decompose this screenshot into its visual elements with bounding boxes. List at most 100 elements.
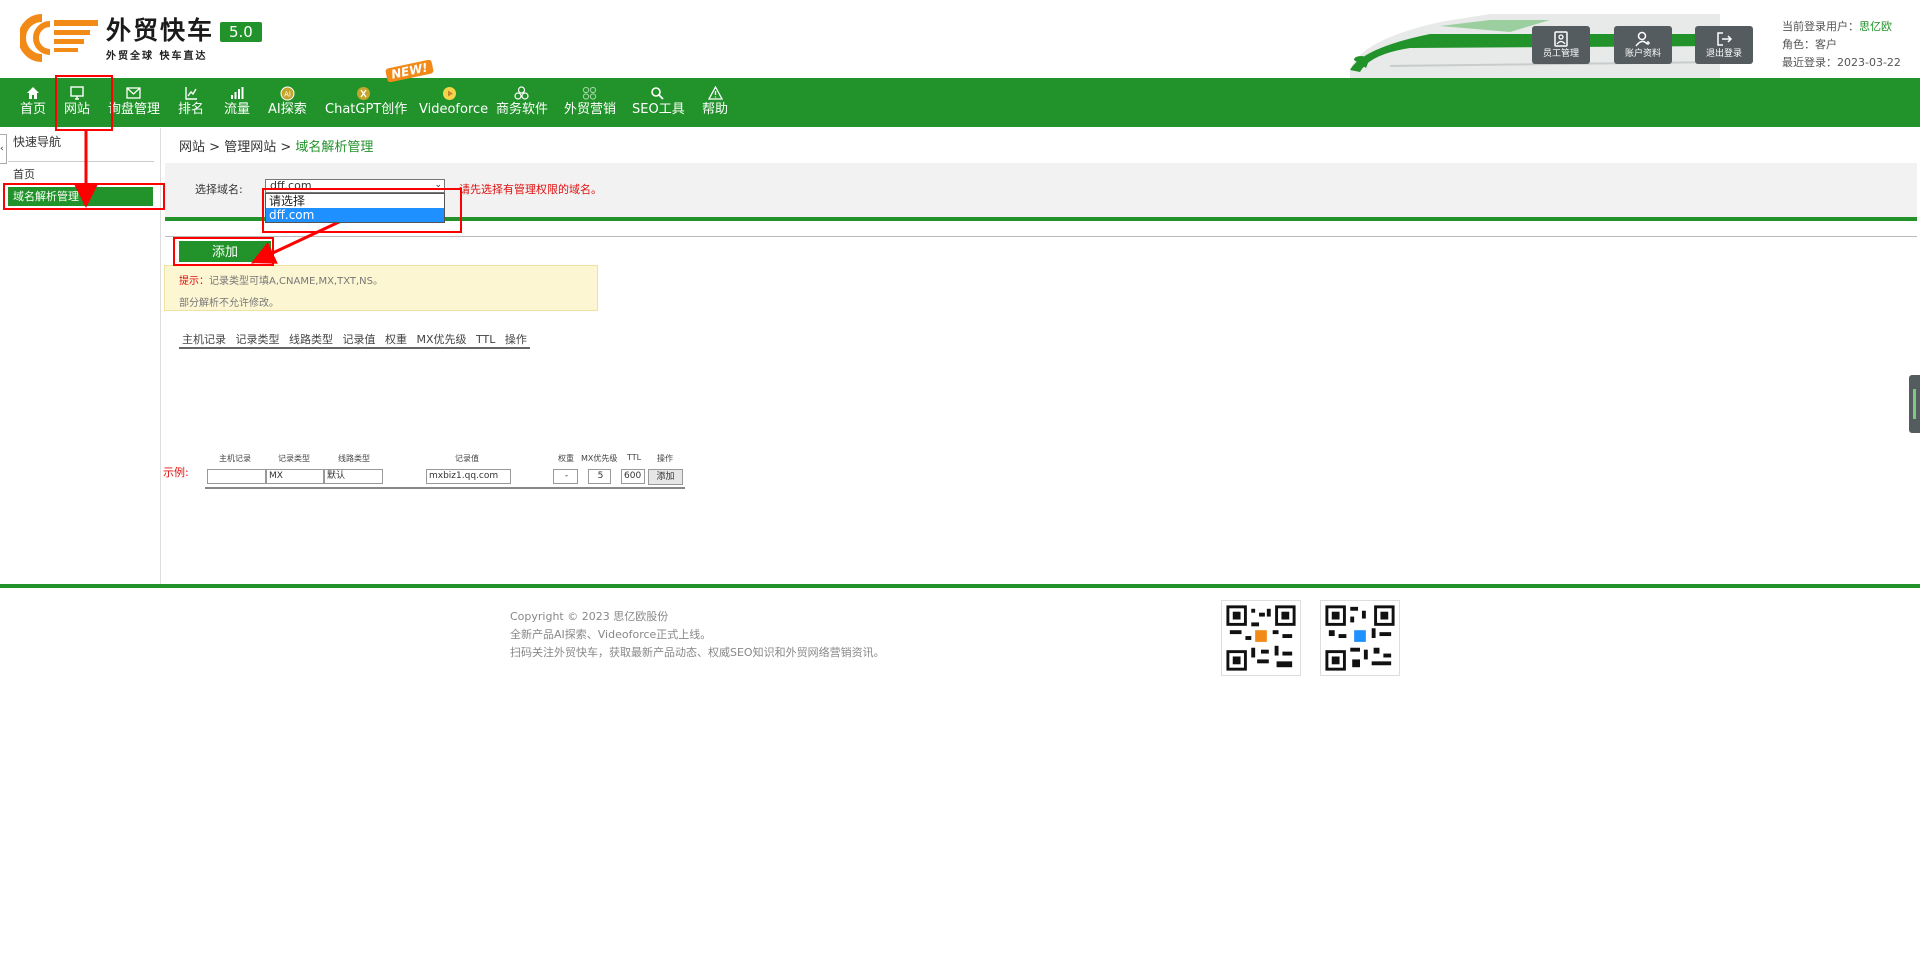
logout-icon [1717, 32, 1733, 46]
sidebar-item-home[interactable]: 首页 [13, 166, 35, 182]
annotation-box-sidebar-item [3, 183, 165, 210]
domain-option-dff[interactable]: dff.com [266, 208, 444, 222]
last-login-value: 2023-03-22 [1837, 56, 1901, 69]
col-value: 记录值 [342, 333, 376, 346]
nav-item-home[interactable]: 首页 [18, 78, 48, 127]
annotation-box-add-button [173, 237, 274, 266]
account-icon [1635, 31, 1650, 47]
annotation-box-nav-website [55, 75, 113, 131]
footer-copyright: Copyright © 2023 思亿欧股份 [510, 610, 669, 623]
example-head-action: 操作 [657, 454, 673, 463]
staff-management-label: 员工管理 [1542, 49, 1579, 59]
domain-select-dropdown: 请选择 dff.com [265, 193, 445, 223]
example-line-input[interactable]: 默认 [324, 469, 383, 484]
domain-select-label: 选择域名: [195, 183, 243, 196]
current-user-row: 当前登录用户：思亿欧 [1782, 20, 1892, 33]
brand-version: 5.0 [220, 22, 262, 42]
software-icon [513, 86, 529, 100]
divider [165, 236, 1917, 237]
role-row: 角色：客户 [1782, 38, 1837, 51]
tip-line-1: 提示：记录类型可填A,CNAME,MX,TXT,NS。 [179, 276, 384, 287]
brand-slogan: 外贸全球 快车直达 [106, 51, 208, 62]
example-head-value: 记录值 [455, 454, 479, 463]
marketing-icon [582, 86, 596, 100]
col-line: 线路类型 [289, 333, 333, 346]
staff-icon [1554, 31, 1568, 47]
tip-box: 提示：记录类型可填A,CNAME,MX,TXT,NS。 部分解析不允许修改。 [164, 265, 598, 311]
ai-icon: AI [280, 86, 294, 101]
footer-announcement: 全新产品AI探索、Videoforce正式上线。 [510, 628, 712, 641]
example-value-input[interactable]: mxbiz1.qq.com [426, 469, 511, 484]
svg-text:AI: AI [284, 91, 291, 99]
brand-name: 外贸快车 [106, 16, 215, 45]
account-info-label: 账户资料 [1624, 49, 1661, 59]
logout-button[interactable]: 退出登录 [1695, 26, 1753, 64]
mail-icon [125, 87, 141, 99]
records-table-header: 主机记录 记录类型 线路类型 记录值 权重 MX优先级 TTL 操作 [179, 331, 530, 349]
video-icon [442, 87, 456, 100]
search-icon [651, 87, 664, 100]
user-info: 当前登录用户：思亿欧 角色：客户 最近登录：2023-03-22 [1782, 18, 1901, 72]
col-action: 操作 [504, 333, 527, 346]
chatgpt-icon [356, 87, 370, 100]
nav-item-videoforce[interactable]: Videoforce [419, 78, 488, 127]
role-value: 客户 [1815, 38, 1837, 51]
nav-item-marketing[interactable]: 外贸营销 [564, 78, 616, 127]
col-host: 主机记录 [182, 333, 226, 346]
account-info-button[interactable]: 账户资料 [1614, 26, 1672, 64]
example-head-weight: 权重 [558, 454, 574, 463]
logo-icon [20, 14, 98, 62]
brand: 外贸快车 5.0 外贸全球 快车直达 [106, 16, 262, 62]
nav-item-ranking[interactable]: 排名 [178, 78, 204, 127]
col-ttl: TTL [476, 333, 496, 346]
help-icon [707, 86, 723, 100]
nav-item-inquiry[interactable]: 询盘管理 [108, 78, 160, 127]
home-icon [27, 87, 39, 99]
footer-qr-hint: 扫码关注外贸快车，获取最新产品动态、权威SEO知识和外贸网络营销资讯。 [510, 646, 885, 659]
header: 外贸快车 5.0 外贸全球 快车直达 员工管理 账户资料 退出登录 当前登录用户… [0, 0, 1920, 78]
ranking-icon [185, 87, 197, 100]
qr-code-icon [1320, 600, 1400, 676]
tip-line-2: 部分解析不允许修改。 [179, 298, 279, 309]
breadcrumb-current: 域名解析管理 [295, 140, 374, 155]
example-head-host: 主机记录 [219, 454, 251, 463]
breadcrumb-website[interactable]: 网站 [179, 140, 205, 155]
example-head-mx: MX优先级 [581, 454, 618, 463]
example-label: 示例: [163, 466, 189, 479]
example-underline [205, 487, 685, 489]
col-mx: MX优先级 [416, 333, 467, 346]
example-head-ttl: TTL [627, 453, 642, 462]
example-type-input[interactable]: MX [266, 469, 324, 484]
example-head-type: 记录类型 [278, 454, 310, 463]
staff-management-button[interactable]: 员工管理 [1532, 26, 1590, 64]
nav-item-business-software[interactable]: 商务软件 [496, 78, 548, 127]
logout-label: 退出登录 [1705, 49, 1742, 59]
breadcrumb-manage-website[interactable]: 管理网站 [224, 140, 276, 155]
example-ttl-input[interactable]: 600 [621, 469, 645, 484]
example-host-input[interactable] [207, 469, 266, 484]
nav-item-help[interactable]: 帮助 [702, 78, 728, 127]
nav-item-seo[interactable]: SEO工具 [632, 78, 685, 127]
sidebar-divider [8, 161, 154, 162]
sidebar-collapse-toggle[interactable]: ‹ [0, 134, 7, 164]
nav-item-traffic[interactable]: 流量 [223, 78, 251, 127]
last-login-row: 最近登录：2023-03-22 [1782, 56, 1901, 69]
example-mx-input[interactable]: 5 [588, 469, 611, 484]
nav-item-ai[interactable]: AI AI探索 [268, 78, 307, 127]
domain-option-placeholder[interactable]: 请选择 [266, 194, 444, 208]
current-user-name[interactable]: 思亿欧 [1859, 20, 1892, 33]
footer-divider [0, 584, 1920, 588]
floating-side-tab[interactable] [1909, 375, 1920, 433]
sidebar-title: 快速导航 [13, 135, 62, 149]
example-add-button[interactable]: 添加 [648, 469, 683, 485]
domain-select-hint: 请先选择有管理权限的域名。 [459, 183, 602, 196]
breadcrumb: 网站 > 管理网站 > 域名解析管理 [179, 140, 374, 155]
col-weight: 权重 [385, 333, 407, 346]
nav-item-chatgpt[interactable]: ChatGPT创作 [325, 78, 407, 127]
traffic-icon [231, 87, 244, 99]
example-head-line: 线路类型 [338, 454, 370, 463]
example-weight-input[interactable]: - [553, 469, 578, 484]
footer-text: Copyright © 2023 思亿欧股份 全新产品AI探索、Videofor… [510, 608, 885, 662]
qr-code-icon [1221, 600, 1301, 676]
col-type: 记录类型 [235, 333, 280, 346]
